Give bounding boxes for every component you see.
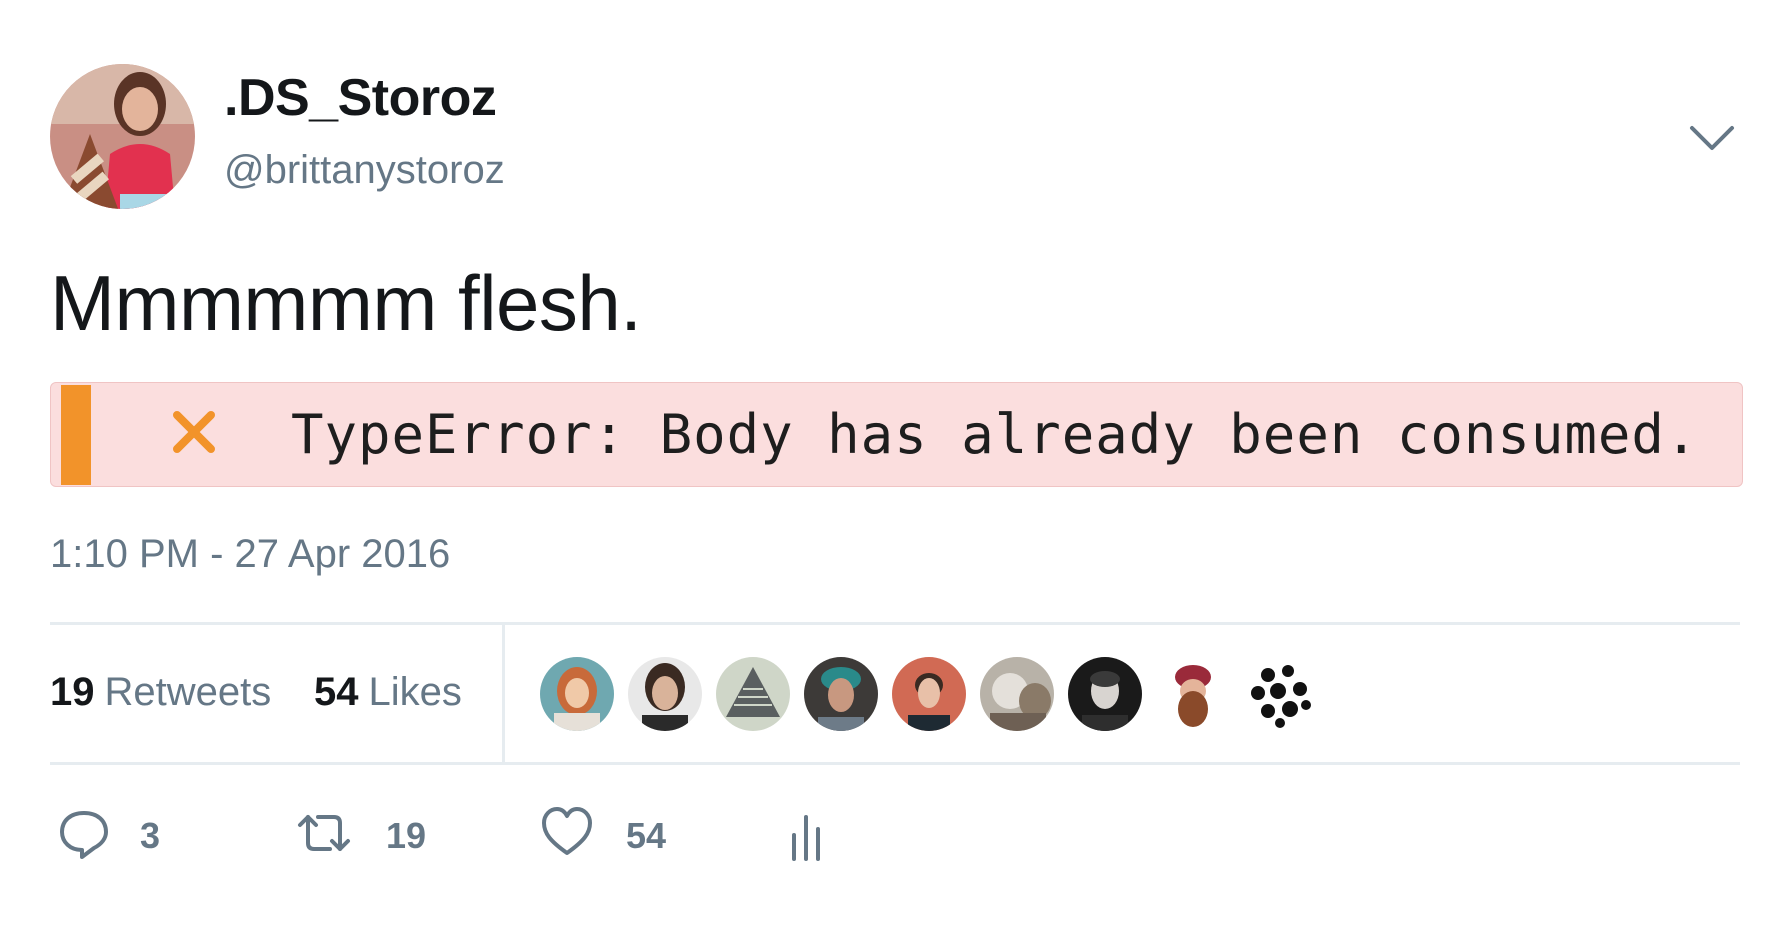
divider [50, 762, 1740, 765]
analytics-button[interactable] [786, 805, 836, 865]
liker-avatar[interactable] [804, 657, 878, 731]
retweet-button[interactable]: 19 [296, 805, 436, 865]
reply-button[interactable]: 3 [58, 805, 178, 865]
error-accent-bar [61, 385, 91, 485]
chevron-down-icon[interactable] [1686, 120, 1738, 156]
retweets-count: 19 [50, 670, 95, 714]
likes-count: 54 [314, 670, 359, 714]
user-handle[interactable]: @brittanystoroz [224, 148, 505, 193]
tweet-card: .DS_Storoz @brittanystoroz Mmmmmm flesh.… [0, 0, 1780, 942]
reply-count: 3 [140, 815, 161, 856]
error-message-box: TypeError: Body has already been consume… [50, 382, 1743, 487]
liker-avatar[interactable] [540, 657, 614, 731]
like-count: 54 [626, 815, 667, 856]
user-avatar[interactable] [50, 64, 195, 209]
liker-avatar[interactable] [1068, 657, 1142, 731]
liker-avatar[interactable] [628, 657, 702, 731]
analytics-icon [792, 815, 820, 861]
heart-icon [542, 807, 592, 855]
likes-stat[interactable]: 54 Likes [314, 670, 462, 715]
retweets-stat[interactable]: 19 Retweets [50, 670, 271, 715]
liker-avatar[interactable] [1156, 657, 1230, 731]
tweet-timestamp[interactable]: 1:10 PM - 27 Apr 2016 [50, 532, 450, 577]
close-x-icon [169, 401, 219, 461]
tweet-text: Mmmmmm flesh. [50, 259, 642, 347]
reply-icon [60, 811, 108, 859]
error-text: TypeError: Body has already been consume… [291, 403, 1699, 466]
liker-avatar[interactable] [892, 657, 966, 731]
likes-label: Likes [368, 670, 462, 714]
liker-avatar[interactable] [1244, 657, 1318, 731]
liker-avatar[interactable] [716, 657, 790, 731]
divider [50, 622, 1740, 625]
retweets-label: Retweets [104, 670, 272, 714]
retweet-icon [298, 815, 350, 851]
retweet-count: 19 [386, 815, 427, 856]
liker-avatar[interactable] [980, 657, 1054, 731]
like-button[interactable]: 54 [540, 805, 680, 865]
divider [502, 622, 505, 765]
display-name[interactable]: .DS_Storoz [224, 68, 497, 128]
